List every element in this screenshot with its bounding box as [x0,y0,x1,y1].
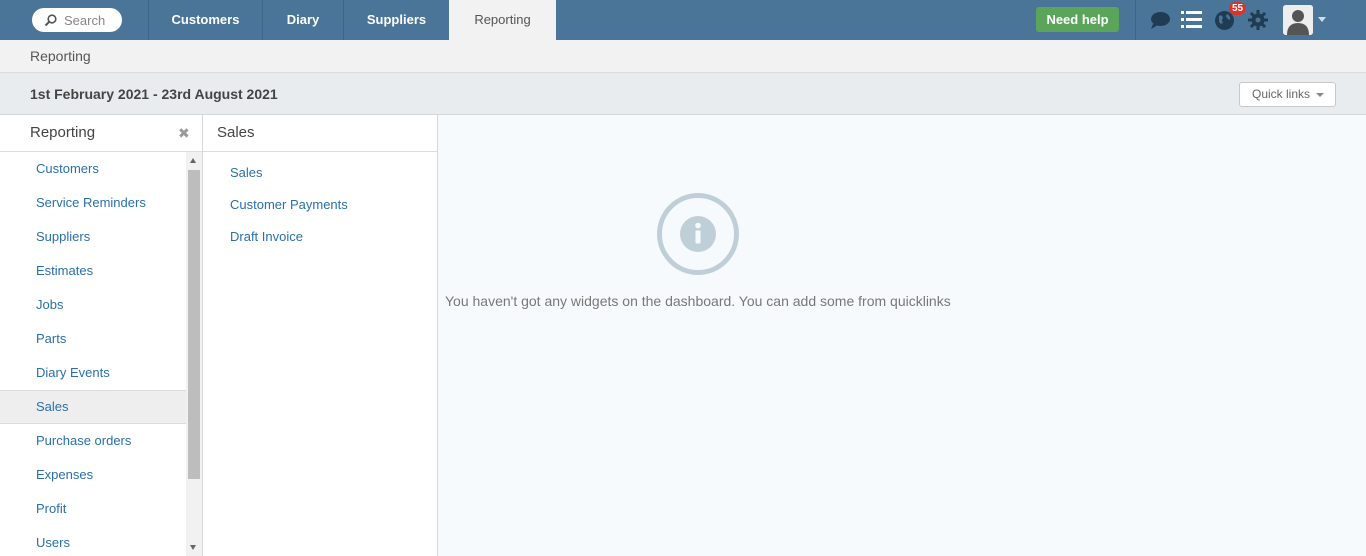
date-range-label: 1st February 2021 - 23rd August 2021 [30,86,278,102]
submenu-item-sales[interactable]: Sales [203,157,437,189]
sidebar-item-profit[interactable]: Profit [0,492,186,526]
need-help-button[interactable]: Need help [1036,7,1119,32]
gear-icon[interactable] [1248,10,1268,30]
date-range-bar: 1st February 2021 - 23rd August 2021 Qui… [0,73,1366,115]
sidebar-item-estimates[interactable]: Estimates [0,254,186,288]
list-icon[interactable] [1181,11,1202,29]
reporting-sidebar: Reporting ✖ Customers Service Reminders … [0,115,203,556]
user-avatar[interactable] [1283,5,1313,35]
sidebar-item-suppliers[interactable]: Suppliers [0,220,186,254]
sidebar-scrollbar[interactable] [186,152,202,556]
breadcrumb: Reporting [0,40,1366,73]
user-avatar-icon [1283,5,1313,35]
sidebar-item-users[interactable]: Users [0,526,186,556]
chevron-down-icon[interactable] [1318,17,1326,22]
quick-links-dropdown[interactable]: Quick links [1239,82,1336,107]
sidebar-header: Reporting ✖ [0,115,202,152]
top-navigation-bar: Search Customers Diary Suppliers Reporti… [0,0,1366,40]
submenu-title: Sales [203,115,437,152]
sidebar-item-jobs[interactable]: Jobs [0,288,186,322]
sidebar-item-diary-events[interactable]: Diary Events [0,356,186,390]
info-icon [657,193,739,275]
sidebar-item-customers[interactable]: Customers [0,152,186,186]
empty-dashboard-message: You haven't got any widgets on the dashb… [445,293,951,309]
scroll-down-icon[interactable] [190,545,196,550]
sidebar-list: Customers Service Reminders Suppliers Es… [0,152,186,556]
search-placeholder: Search [64,12,106,28]
submenu-item-customer-payments[interactable]: Customer Payments [203,189,437,221]
notification-badge: 55 [1229,2,1247,15]
search-box[interactable]: Search [32,8,122,32]
sidebar-item-service-reminders[interactable]: Service Reminders [0,186,186,220]
sidebar-item-sales[interactable]: Sales [0,390,186,424]
sidebar-title: Reporting [30,124,96,141]
sidebar-item-parts[interactable]: Parts [0,322,186,356]
submenu-list: Sales Customer Payments Draft Invoice [203,152,437,253]
dashboard-area: You haven't got any widgets on the dashb… [438,115,1366,556]
quick-links-label: Quick links [1252,87,1311,101]
sidebar-item-purchase-orders[interactable]: Purchase orders [0,424,186,458]
tab-diary[interactable]: Diary [263,0,343,40]
caret-down-icon [1316,93,1324,97]
submenu-item-draft-invoice[interactable]: Draft Invoice [203,221,437,253]
nav-divider [1135,0,1136,40]
scrollbar-thumb[interactable] [188,170,200,479]
close-icon[interactable]: ✖ [178,115,190,151]
tab-suppliers[interactable]: Suppliers [344,0,449,40]
sidebar-item-expenses[interactable]: Expenses [0,458,186,492]
tab-customers[interactable]: Customers [149,0,262,40]
scroll-up-icon[interactable] [190,158,196,163]
sales-submenu: Sales Sales Customer Payments Draft Invo… [203,115,438,556]
tab-reporting[interactable]: Reporting [449,0,556,40]
chat-icon[interactable] [1150,11,1171,30]
search-icon [44,13,57,26]
